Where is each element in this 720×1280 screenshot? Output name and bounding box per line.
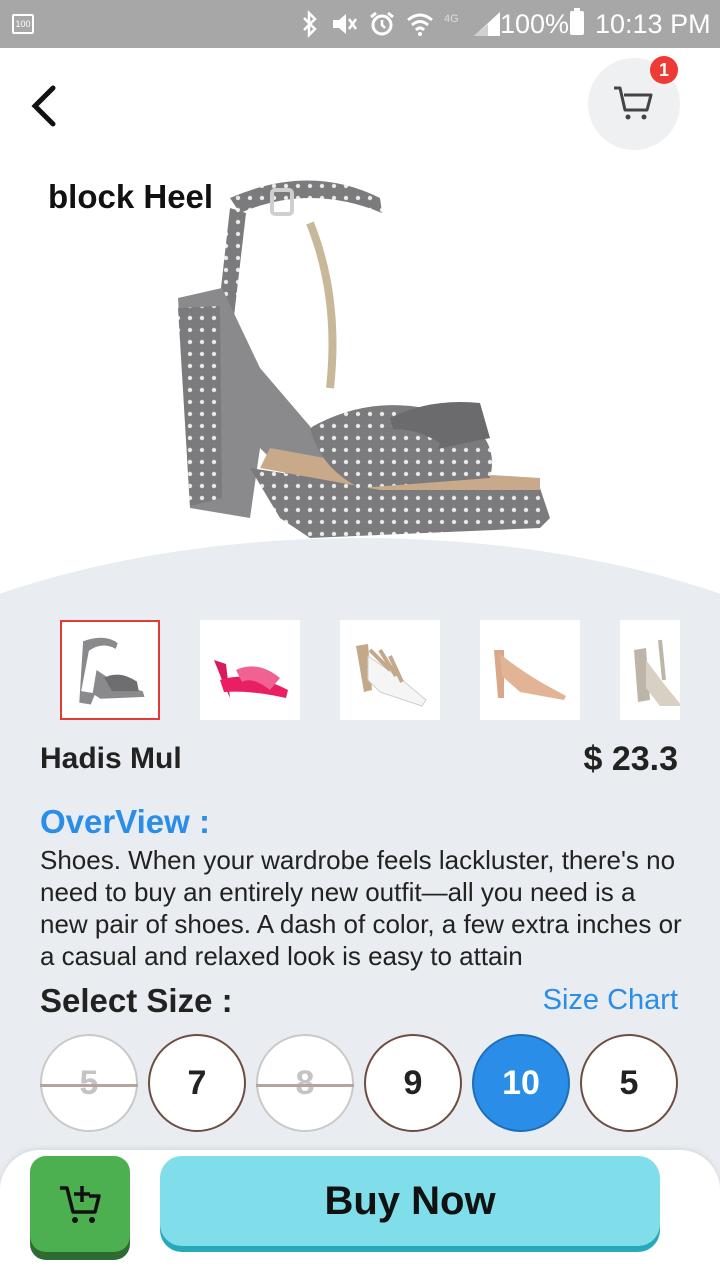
size-option-5-alt[interactable]: 5 xyxy=(580,1034,678,1132)
status-icons: 4G xyxy=(300,8,504,40)
thumbnail-5[interactable] xyxy=(620,620,680,720)
product-hero: block Heel 1 xyxy=(0,48,720,610)
back-button[interactable] xyxy=(22,78,66,134)
size-option-10[interactable]: 10 xyxy=(472,1034,570,1132)
svg-text:4G: 4G xyxy=(444,13,459,25)
battery-percent: 100% xyxy=(500,9,570,39)
overview-text: Shoes. When your wardrobe feels lacklust… xyxy=(40,845,682,971)
thumbnail-4[interactable] xyxy=(480,620,580,720)
size-option-5[interactable]: 5 xyxy=(40,1034,138,1132)
alarm-icon xyxy=(370,11,394,36)
cart-icon xyxy=(614,86,653,120)
product-image xyxy=(178,180,550,538)
signal-icon: 4G xyxy=(444,12,500,36)
thumbnail-strip xyxy=(60,620,680,720)
chevron-left-icon xyxy=(31,85,56,127)
thumbnail-2[interactable] xyxy=(200,620,300,720)
size-option-9[interactable]: 9 xyxy=(364,1034,462,1132)
buy-now-button[interactable]: Buy Now xyxy=(160,1156,660,1246)
add-to-cart-button[interactable] xyxy=(30,1156,130,1252)
cart-plus-icon xyxy=(60,1186,101,1223)
overview-title: OverView : xyxy=(40,803,210,840)
battery-notification-icon: 100 xyxy=(12,14,34,34)
wifi-icon xyxy=(407,13,433,36)
thumbnail-3[interactable] xyxy=(340,620,440,720)
cart-count-badge: 1 xyxy=(650,56,678,84)
product-price: $ 23.3 xyxy=(583,740,678,778)
size-option-7[interactable]: 7 xyxy=(148,1034,246,1132)
mute-icon xyxy=(333,14,358,34)
thumbnail-1[interactable] xyxy=(60,620,160,720)
clock: 10:13 PM xyxy=(595,9,711,39)
size-option-8[interactable]: 8 xyxy=(256,1034,354,1132)
select-size-title: Select Size : xyxy=(40,982,233,1019)
size-options: 5 7 8 9 10 5 xyxy=(40,1034,680,1134)
size-chart-link[interactable]: Size Chart xyxy=(543,984,678,1017)
product-name: Hadis Mul xyxy=(40,742,182,775)
status-bar: 100 4G 100% 10:13 PM xyxy=(0,0,720,48)
battery-icon xyxy=(570,8,584,35)
bluetooth-icon xyxy=(303,10,317,38)
